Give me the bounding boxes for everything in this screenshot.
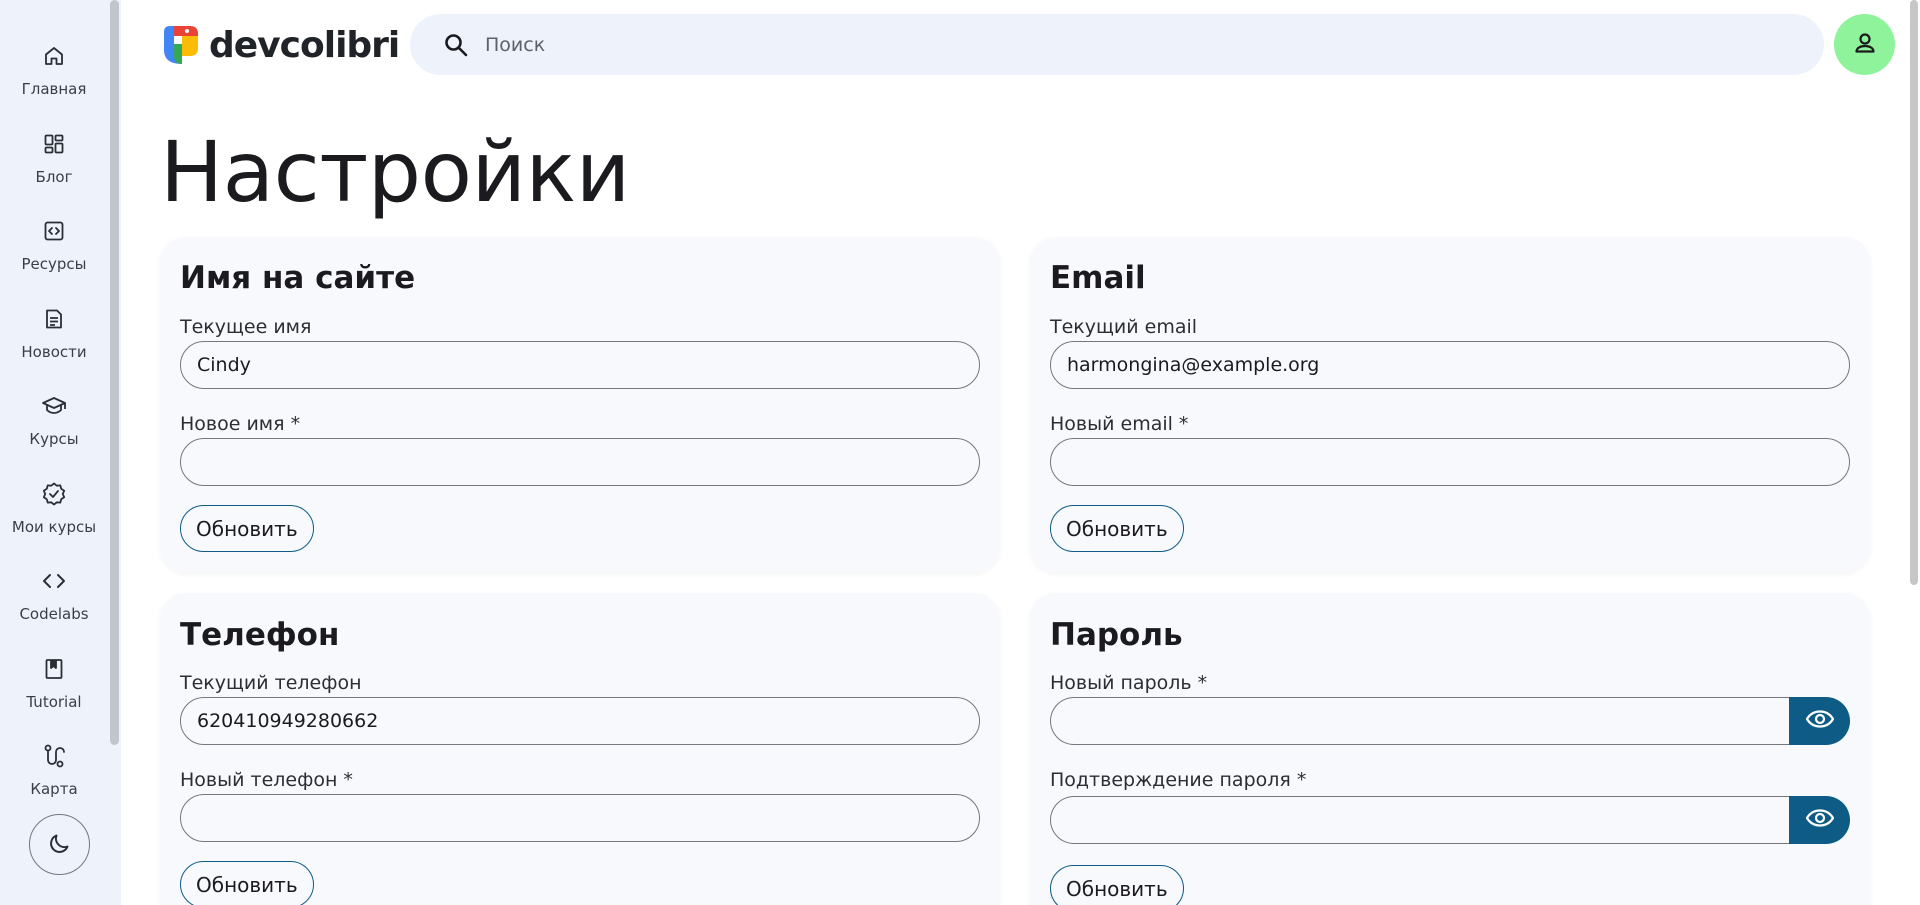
sidebar-nav: Главная Блог Ресурсы Новости Курсы Мои к… bbox=[0, 0, 108, 800]
search-input[interactable] bbox=[485, 33, 1785, 56]
page-scrollbar[interactable] bbox=[1910, 0, 1918, 585]
phone-settings-card: Телефон Текущий телефон Новый телефон * … bbox=[160, 593, 1000, 905]
current-email-label: Текущий email bbox=[1050, 316, 1198, 338]
theme-toggle-button[interactable] bbox=[29, 814, 90, 875]
sidebar-item-label: Мои курсы bbox=[11, 518, 97, 536]
sidebar-item-codelabs[interactable]: Codelabs bbox=[0, 545, 108, 625]
confirm-password-field[interactable] bbox=[1050, 796, 1789, 844]
colibri-logo-icon bbox=[160, 22, 200, 70]
sidebar-item-blog[interactable]: Блог bbox=[0, 108, 108, 188]
eye-icon bbox=[1805, 709, 1835, 733]
sidebar-item-my-courses[interactable]: Мои курсы bbox=[0, 458, 108, 538]
sidebar-item-label: Codelabs bbox=[19, 605, 89, 623]
new-password-field[interactable] bbox=[1050, 697, 1789, 745]
logo[interactable]: devcolibri bbox=[160, 22, 400, 70]
current-phone-field[interactable] bbox=[180, 697, 980, 745]
current-email-field[interactable] bbox=[1050, 341, 1850, 389]
sidebar-scrollbar[interactable] bbox=[110, 0, 119, 745]
home-icon bbox=[40, 42, 68, 70]
search-bar[interactable] bbox=[410, 14, 1824, 75]
route-icon bbox=[40, 742, 68, 770]
new-name-field[interactable] bbox=[180, 438, 980, 486]
search-icon bbox=[443, 32, 469, 58]
sidebar-item-home[interactable]: Главная bbox=[0, 20, 108, 100]
update-password-button[interactable]: Обновить bbox=[1050, 865, 1184, 905]
sidebar-item-label: Карта bbox=[30, 780, 78, 798]
person-icon bbox=[1852, 30, 1878, 60]
sidebar: Главная Блог Ресурсы Новости Курсы Мои к… bbox=[0, 0, 121, 905]
sidebar-item-tutorial[interactable]: Tutorial bbox=[0, 633, 108, 713]
eye-icon bbox=[1805, 808, 1835, 832]
sidebar-item-resources[interactable]: Ресурсы bbox=[0, 195, 108, 275]
sidebar-item-map[interactable]: Карта bbox=[0, 720, 108, 800]
update-name-button[interactable]: Обновить bbox=[180, 505, 314, 552]
email-settings-card: Email Текущий email Новый email * Обнови… bbox=[1030, 237, 1870, 572]
card-title: Email bbox=[1050, 260, 1146, 296]
new-email-field[interactable] bbox=[1050, 438, 1850, 486]
new-phone-label: Новый телефон * bbox=[180, 769, 353, 791]
logo-text: devcolibri bbox=[209, 25, 400, 66]
verified-icon bbox=[40, 480, 68, 508]
current-phone-label: Текущий телефон bbox=[180, 672, 362, 694]
current-name-field[interactable] bbox=[180, 341, 980, 389]
sidebar-item-label: Главная bbox=[21, 80, 87, 98]
moon-icon bbox=[47, 830, 73, 860]
current-name-label: Текущее имя bbox=[180, 316, 312, 338]
sidebar-item-label: Блог bbox=[35, 168, 73, 186]
dashboard-icon bbox=[40, 130, 68, 158]
new-name-label: Новое имя * bbox=[180, 413, 301, 435]
account-avatar-button[interactable] bbox=[1834, 14, 1895, 75]
card-title: Имя на сайте bbox=[180, 260, 416, 296]
toggle-confirm-password-visibility-button[interactable] bbox=[1789, 796, 1850, 844]
school-icon bbox=[40, 392, 68, 420]
code-box-icon bbox=[40, 217, 68, 245]
new-password-label: Новый пароль * bbox=[1050, 672, 1208, 694]
page-title: Настройки bbox=[160, 123, 630, 221]
update-phone-button[interactable]: Обновить bbox=[180, 861, 314, 905]
name-settings-card: Имя на сайте Текущее имя Новое имя * Обн… bbox=[160, 237, 1000, 572]
sidebar-item-label: Курсы bbox=[29, 430, 79, 448]
card-title: Телефон bbox=[180, 617, 340, 653]
new-phone-field[interactable] bbox=[180, 794, 980, 842]
bookmark-book-icon bbox=[40, 655, 68, 683]
sidebar-item-courses[interactable]: Курсы bbox=[0, 370, 108, 450]
sidebar-item-news[interactable]: Новости bbox=[0, 283, 108, 363]
update-email-button[interactable]: Обновить bbox=[1050, 505, 1184, 552]
sidebar-item-label: Новости bbox=[21, 343, 87, 361]
sidebar-item-label: Ресурсы bbox=[21, 255, 87, 273]
code-icon bbox=[40, 567, 68, 595]
article-icon bbox=[40, 305, 68, 333]
toggle-password-visibility-button[interactable] bbox=[1789, 697, 1850, 745]
confirm-password-label: Подтверждение пароля * bbox=[1050, 769, 1307, 791]
new-email-label: Новый email * bbox=[1050, 413, 1189, 435]
sidebar-item-label: Tutorial bbox=[26, 693, 82, 711]
password-settings-card: Пароль Новый пароль * Подтверждение паро… bbox=[1030, 593, 1870, 905]
card-title: Пароль bbox=[1050, 617, 1183, 653]
